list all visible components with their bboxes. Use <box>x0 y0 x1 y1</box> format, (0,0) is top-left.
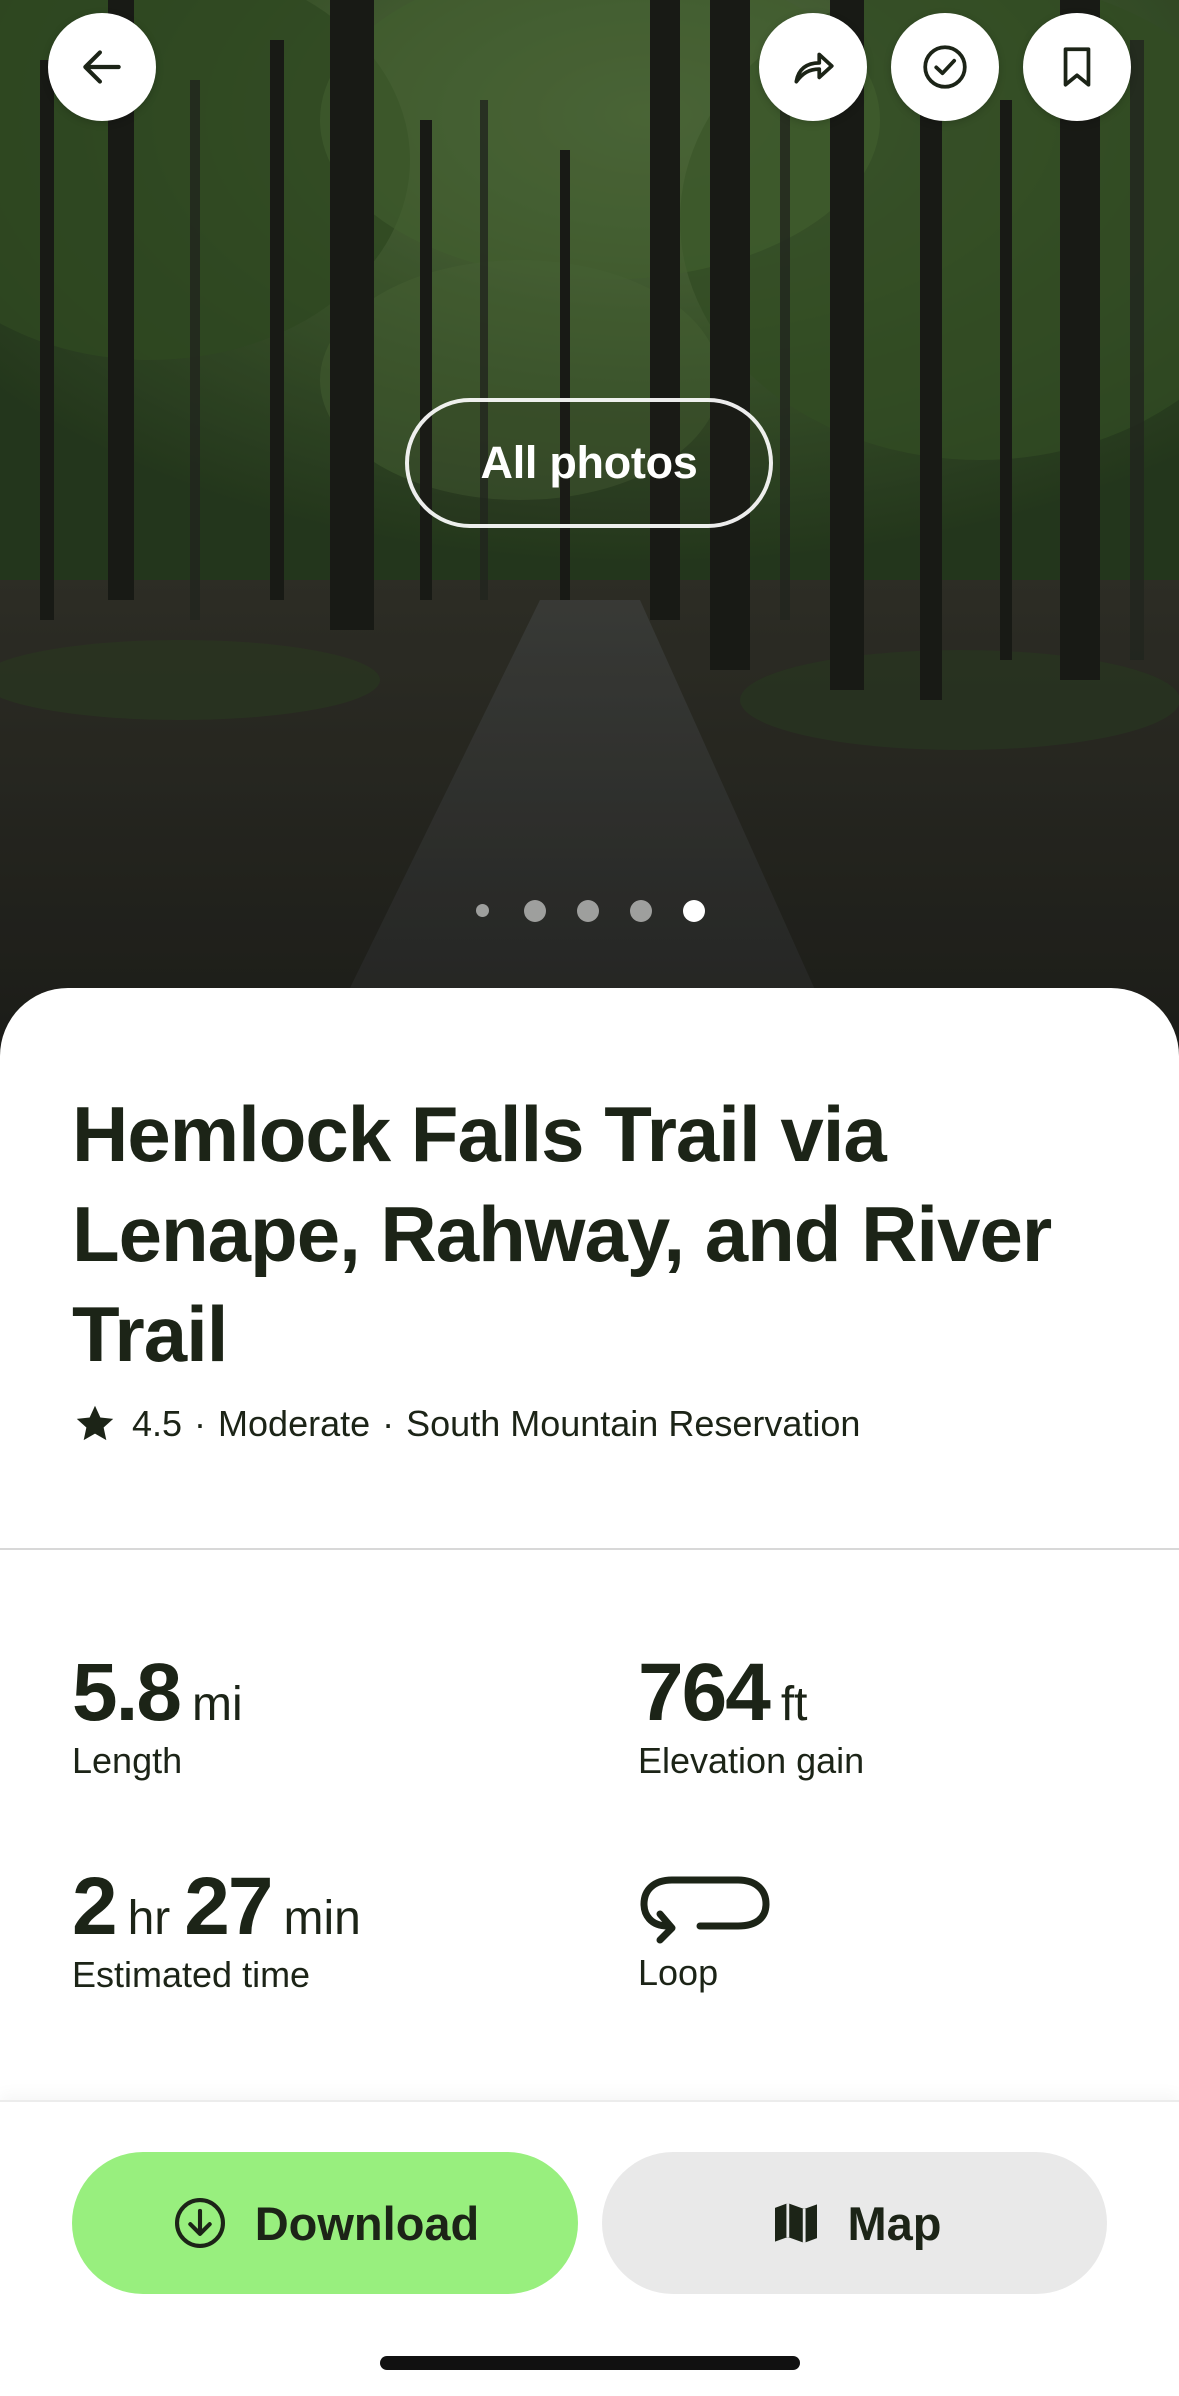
meta-separator: · <box>194 1403 207 1444</box>
download-button[interactable]: Download <box>72 2152 578 2294</box>
forest-photo <box>0 0 1179 1090</box>
map-label: Map <box>847 2196 942 2250</box>
length-label: Length <box>72 1740 183 1781</box>
stat-estimated-time: 2 hr 27 min Estimated time <box>72 1860 375 1996</box>
map-button[interactable]: Map <box>602 2152 1107 2294</box>
route-type-label: Loop <box>638 1952 719 1993</box>
pagination-dot[interactable] <box>524 900 546 922</box>
hero-photo[interactable]: All photos <box>0 0 1179 1090</box>
pagination-dot[interactable] <box>630 900 652 922</box>
back-button[interactable] <box>48 13 156 121</box>
photo-pagination <box>472 894 712 924</box>
time-minutes-unit: min <box>283 1892 361 1945</box>
share-arrow-icon <box>794 52 834 84</box>
home-indicator[interactable] <box>380 2356 800 2370</box>
pagination-dot-active[interactable] <box>683 900 705 922</box>
pagination-dot[interactable] <box>577 900 599 922</box>
time-label: Estimated time <box>72 1954 311 1995</box>
download-label: Download <box>254 2196 480 2250</box>
trail-title: Hemlock Falls Trail via Lenape, Rahway, … <box>72 1090 1052 1378</box>
stat-elevation-gain: 764 ft Elevation gain <box>638 1646 864 1782</box>
share-button[interactable] <box>759 13 867 121</box>
stat-length: 5.8 mi Length <box>72 1646 257 1782</box>
difficulty-label: Moderate <box>218 1403 371 1444</box>
stat-route-type: Loop <box>638 1868 772 1994</box>
rating-value: 4.5 <box>132 1403 183 1444</box>
bookmark-icon <box>1063 47 1091 87</box>
trail-meta-row: 4.5 · Moderate · South Mountain Reservat… <box>72 1396 860 1452</box>
elevation-value: 764 <box>638 1647 771 1738</box>
length-unit: mi <box>192 1678 243 1731</box>
time-minutes-value: 27 <box>184 1861 273 1952</box>
all-photos-button[interactable]: All photos <box>405 398 773 528</box>
arrow-left-icon <box>83 50 121 84</box>
star-icon <box>76 1405 114 1441</box>
length-value: 5.8 <box>72 1647 182 1738</box>
loop-route-icon <box>640 1876 770 1944</box>
elevation-label: Elevation gain <box>638 1740 865 1781</box>
section-divider <box>0 1548 1179 1550</box>
mark-completed-button[interactable] <box>891 13 999 121</box>
elevation-unit: ft <box>780 1678 808 1731</box>
download-circle-icon <box>174 2197 225 2249</box>
park-link[interactable]: South Mountain Reservation <box>406 1403 860 1445</box>
pagination-dot[interactable] <box>476 904 489 917</box>
map-icon <box>774 2203 817 2243</box>
time-hours-unit: hr <box>127 1892 171 1945</box>
time-hours-value: 2 <box>72 1861 118 1952</box>
save-button[interactable] <box>1023 13 1131 121</box>
meta-separator: · <box>382 1403 395 1444</box>
check-circle-icon <box>923 45 967 89</box>
